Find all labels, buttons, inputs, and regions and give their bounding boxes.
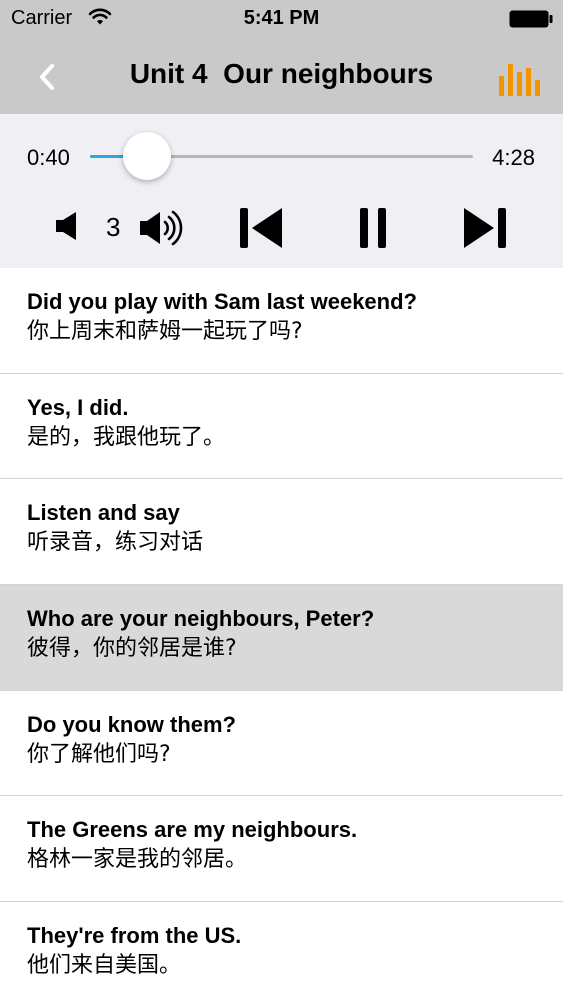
volume-up-icon[interactable] bbox=[138, 206, 190, 250]
sentence-chinese: 格林一家是我的邻居。 bbox=[27, 847, 248, 873]
sentence-item[interactable]: The Greens are my neighbours. 格林一家是我的邻居。 bbox=[0, 796, 563, 903]
sentence-chinese: 彼得，你的邻居是谁? bbox=[27, 636, 237, 662]
sentence-english: Yes, I did. bbox=[27, 394, 129, 420]
sentence-english: Do you know them? bbox=[27, 711, 236, 737]
sentence-english: Who are your neighbours, Peter? bbox=[27, 606, 375, 632]
pause-icon[interactable] bbox=[358, 206, 388, 250]
skip-previous-icon[interactable] bbox=[238, 206, 284, 250]
total-time: 4:28 bbox=[492, 145, 535, 170]
equalizer-icon bbox=[499, 64, 540, 96]
sentence-item[interactable]: Who are your neighbours, Peter? 彼得，你的邻居是… bbox=[0, 585, 563, 691]
audio-player: 0:40 4:28 3 bbox=[0, 114, 563, 268]
sentence-item[interactable]: Yes, I did. 是的，我跟他玩了。 bbox=[0, 373, 563, 480]
status-time: 5:41 PM bbox=[243, 7, 320, 29]
skip-next-icon[interactable] bbox=[462, 206, 508, 250]
sentence-item[interactable]: Do you know them? 你了解他们吗? bbox=[0, 690, 563, 797]
sentence-english: They're from the US. bbox=[27, 923, 242, 949]
sentence-item[interactable]: Did you play with Sam last weekend? 你上周末… bbox=[0, 268, 563, 374]
status-bar: Carrier 5:41 PM bbox=[0, 0, 563, 38]
sentence-item[interactable]: They're from the US. 他们来自美国。 bbox=[0, 902, 563, 1000]
nav-bar: Unit 4 Our neighbours bbox=[0, 38, 563, 114]
sentence-english: The Greens are my neighbours. bbox=[27, 817, 358, 843]
sentence-english: Listen and say bbox=[27, 500, 180, 526]
equalizer-button[interactable] bbox=[497, 58, 541, 98]
sentence-chinese: 你了解他们吗? bbox=[27, 741, 171, 767]
sentence-chinese: 听录音，练习对话 bbox=[27, 530, 204, 556]
progress-slider[interactable] bbox=[90, 132, 473, 180]
back-button[interactable] bbox=[22, 52, 72, 102]
sentence-chinese: 你上周末和萨姆一起玩了吗? bbox=[27, 319, 303, 344]
volume-down-icon[interactable] bbox=[54, 210, 80, 242]
page-title: Unit 4 Our neighbours bbox=[129, 58, 434, 89]
sentence-chinese: 是的，我跟他玩了。 bbox=[27, 424, 226, 450]
sentence-item[interactable]: Listen and say 听录音，练习对话 bbox=[0, 479, 563, 586]
sentence-list: Did you play with Sam last weekend? 你上周末… bbox=[0, 268, 563, 1000]
chevron-left-icon bbox=[40, 64, 54, 90]
volume-level: 3 bbox=[106, 212, 121, 242]
battery-icon bbox=[509, 10, 553, 28]
progress-thumb[interactable] bbox=[123, 132, 172, 180]
current-time: 0:40 bbox=[27, 145, 70, 170]
sentence-chinese: 他们来自美国。 bbox=[27, 953, 182, 979]
sentence-english: Did you play with Sam last weekend? bbox=[27, 289, 417, 314]
